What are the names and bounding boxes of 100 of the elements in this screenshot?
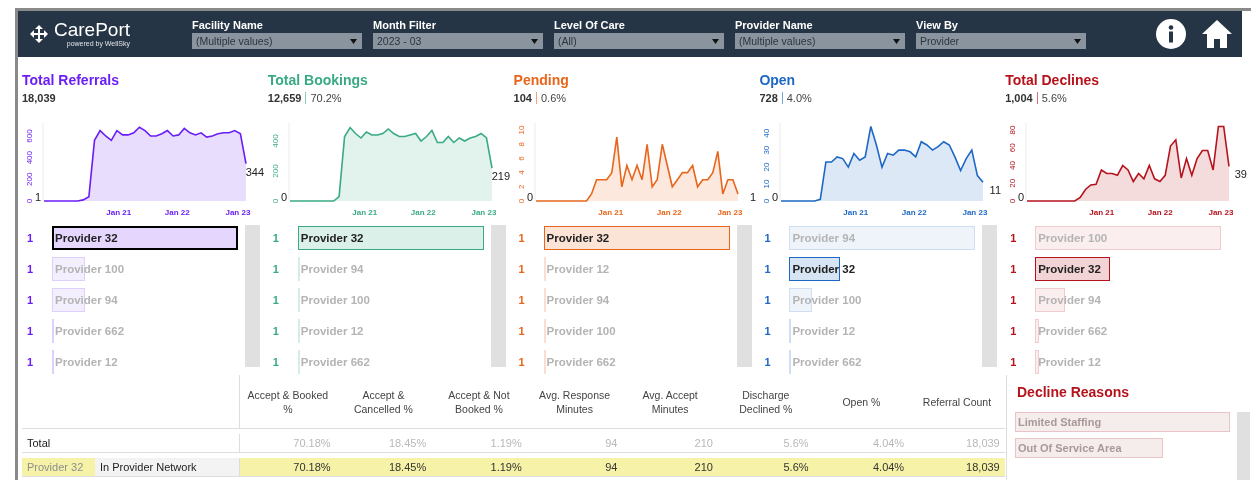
column-header: Accept & Not Booked % (431, 375, 527, 429)
scrollbar[interactable] (245, 225, 260, 367)
rank-label: 1 (1009, 232, 1018, 244)
column-header: Referral Count (909, 375, 1005, 429)
provider-name: Provider 32 (299, 232, 364, 244)
table-cell: In Provider Network (95, 458, 240, 477)
reason-name: Out Of Service Area (1017, 442, 1122, 454)
scrollbar[interactable] (736, 225, 752, 367)
metric-count: 1,004 (1005, 91, 1033, 104)
table-cell: 18.45% (335, 458, 432, 477)
metric-share: 0.6% (540, 91, 567, 104)
axis-tick-label: 60 (1008, 143, 1018, 153)
axis-tick-label: 10 (762, 179, 772, 189)
axis-tick-label: 40 (1008, 161, 1018, 170)
filter-dropdown[interactable]: (Multiple values) (192, 33, 362, 49)
axis-date-label: Jan 22 (902, 208, 928, 217)
reason-name: Limited Staffing (1017, 416, 1102, 428)
rank-label: 1 (271, 294, 280, 306)
provider-name: Provider 662 (54, 325, 125, 337)
provider-name: Provider 12 (1037, 356, 1101, 368)
rank-label: 1 (763, 325, 772, 337)
provider-name: Provider 662 (791, 356, 862, 368)
rank-label: 1 (763, 232, 772, 244)
provider-name: Provider 32 (545, 232, 610, 244)
start-value-label: 0 (526, 191, 533, 203)
table-cell: 18,039 (909, 458, 1005, 477)
metric-title: Pending (513, 72, 569, 89)
rank-label: 1 (26, 263, 35, 275)
start-value-label: 0 (1018, 191, 1025, 203)
end-value-label: 11 (989, 184, 1002, 197)
axis-tick-label: 0 (1008, 198, 1018, 204)
metric-title: Total Bookings (267, 72, 368, 89)
start-value-label: 0 (280, 191, 287, 203)
axis-tick-label: 600 (25, 129, 34, 143)
provider-bar[interactable] (543, 226, 730, 250)
provider-bar[interactable] (1035, 257, 1110, 281)
axis-tick-label: 400 (270, 134, 280, 148)
axis-date-label: Jan 23 (717, 208, 742, 217)
filter-dropdown[interactable]: (All) (554, 33, 724, 49)
provider-bar[interactable] (52, 226, 238, 250)
column-header: Accept & Cancelled % (335, 375, 432, 429)
scrollbar[interactable] (490, 225, 506, 367)
axis-tick-label: 20 (762, 162, 772, 172)
axis-tick-label: 10 (516, 125, 526, 135)
axis-date-label: Jan 23 (225, 208, 251, 217)
provider-name: Provider 662 (1037, 325, 1108, 337)
provider-name: Provider 94 (54, 294, 118, 306)
filter-dropdown[interactable]: Provider (916, 33, 1086, 49)
axis-tick-label: 400 (25, 151, 34, 165)
dropdown-caret-icon (712, 38, 719, 44)
scrollbar[interactable] (1237, 412, 1250, 480)
column-header: Avg. Response Minutes (526, 375, 623, 429)
axis-date-label: Jan 21 (1089, 208, 1115, 217)
axis-tick-label: 200 (25, 172, 34, 186)
provider-bar[interactable] (789, 257, 840, 281)
rank-label: 1 (26, 232, 35, 244)
filter-dropdown[interactable]: (Multiple values) (735, 33, 905, 49)
axis-date-label: Jan 23 (471, 208, 497, 217)
logo-text: CarePort (54, 20, 131, 40)
provider-name: Provider 662 (545, 356, 616, 368)
reason-bar[interactable] (1015, 438, 1164, 458)
scrollbar[interactable] (982, 225, 998, 367)
reason-bar[interactable] (1015, 412, 1230, 432)
end-value-label: 219 (491, 170, 510, 183)
axis-date-label: Jan 21 (352, 208, 377, 217)
provider-name: Provider 662 (299, 356, 370, 368)
home-icon[interactable] (1202, 20, 1232, 48)
axis-date-label: Jan 22 (410, 208, 436, 217)
axis-date-label: Jan 21 (106, 208, 132, 217)
metric-share: 70.2% (310, 91, 342, 104)
rank-label: 1 (517, 294, 526, 306)
table-cell: 1.19% (431, 458, 527, 477)
provider-name: Provider 12 (299, 325, 364, 337)
filter-label: View By (916, 19, 958, 31)
axis-date-label: Jan 22 (1148, 208, 1173, 217)
logo-icon (30, 25, 48, 43)
column-header: Accept & Booked % (240, 375, 336, 429)
dropdown-caret-icon (893, 38, 900, 44)
provider-name: Provider 12 (545, 263, 610, 275)
axis-date-label: Jan 23 (1208, 208, 1234, 217)
info-icon[interactable] (1156, 19, 1186, 49)
provider-bar[interactable] (297, 226, 484, 250)
rank-label: 1 (763, 263, 772, 275)
provider-name: Provider 32 (54, 232, 118, 244)
provider-name: Provider 100 (1037, 232, 1108, 244)
end-value-label: 1 (749, 191, 756, 203)
axis-tick-label: 4 (516, 170, 526, 175)
provider-name: Provider 100 (54, 263, 125, 275)
provider-name: Provider 12 (791, 325, 856, 337)
metric-title: Open (759, 72, 796, 89)
provider-name: Provider 32 (1037, 263, 1101, 275)
rank-label: 1 (26, 356, 35, 368)
metric-count: 12,659 (267, 91, 302, 104)
start-value-label: 0 (772, 191, 779, 203)
rank-label: 1 (517, 356, 526, 368)
section-title: Decline Reasons (1017, 384, 1130, 400)
axis-tick-label: 2 (516, 184, 526, 190)
filter-dropdown[interactable]: 2023 - 03 (373, 33, 543, 49)
start-value-label: 1 (34, 191, 41, 203)
axis-tick-label: 0 (516, 198, 526, 204)
